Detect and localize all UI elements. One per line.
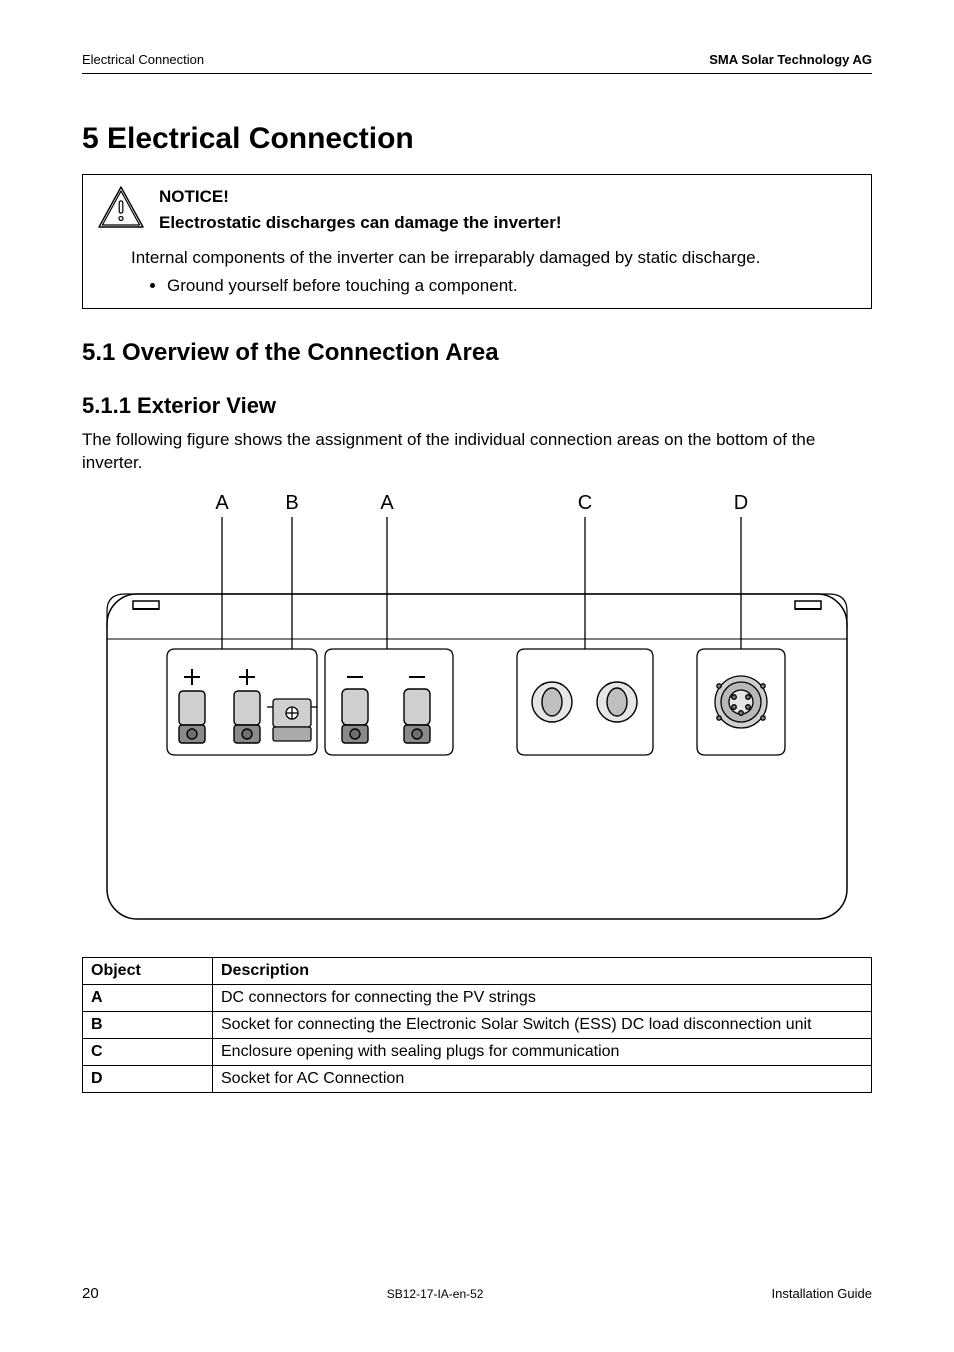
page-footer: 20 SB12-17-IA-en-52 Installation Guide bbox=[82, 1285, 872, 1302]
table-row: D Socket for AC Connection bbox=[83, 1065, 872, 1092]
notice-header-row: NOTICE! Electrostatic discharges can dam… bbox=[97, 185, 857, 234]
running-header: Electrical Connection SMA Solar Technolo… bbox=[82, 52, 872, 67]
table-header-object: Object bbox=[83, 957, 213, 984]
figure-label-a1: A bbox=[215, 492, 229, 514]
figure-label-a2: A bbox=[380, 492, 394, 514]
table-cell-object: D bbox=[83, 1065, 213, 1092]
figure-label-d: D bbox=[734, 492, 748, 514]
table-cell-object: A bbox=[83, 984, 213, 1011]
notice-bullet-item: Ground yourself before touching a compon… bbox=[167, 276, 857, 296]
table-cell-description: Enclosure opening with sealing plugs for… bbox=[213, 1038, 872, 1065]
footer-guide-label: Installation Guide bbox=[772, 1286, 872, 1301]
notice-triangle-icon bbox=[97, 185, 145, 234]
notice-label: NOTICE! bbox=[159, 187, 562, 207]
table-cell-object: B bbox=[83, 1011, 213, 1038]
table-header-row: Object Description bbox=[83, 957, 872, 984]
table-cell-description: Socket for connecting the Electronic Sol… bbox=[213, 1011, 872, 1038]
table-cell-description: Socket for AC Connection bbox=[213, 1065, 872, 1092]
exterior-view-figure: A B A C D bbox=[82, 489, 872, 929]
table-row: C Enclosure opening with sealing plugs f… bbox=[83, 1038, 872, 1065]
table-header-description: Description bbox=[213, 957, 872, 984]
notice-box: NOTICE! Electrostatic discharges can dam… bbox=[82, 174, 872, 309]
table-row: B Socket for connecting the Electronic S… bbox=[83, 1011, 872, 1038]
exterior-view-svg: A B A C D bbox=[97, 489, 857, 929]
header-rule bbox=[82, 73, 872, 74]
page: Electrical Connection SMA Solar Technolo… bbox=[0, 0, 954, 1352]
notice-subheading: Electrostatic discharges can damage the … bbox=[159, 213, 562, 233]
object-description-table: Object Description A DC connectors for c… bbox=[82, 957, 872, 1093]
subsection-heading: 5.1.1 Exterior View bbox=[82, 393, 872, 419]
notice-body-text: Internal components of the inverter can … bbox=[131, 248, 857, 268]
intro-paragraph: The following figure shows the assignmen… bbox=[82, 429, 872, 475]
header-left: Electrical Connection bbox=[82, 52, 204, 67]
table-cell-object: C bbox=[83, 1038, 213, 1065]
header-right: SMA Solar Technology AG bbox=[709, 52, 872, 67]
figure-label-b: B bbox=[285, 492, 298, 514]
footer-doc-id: SB12-17-IA-en-52 bbox=[387, 1287, 484, 1301]
section-heading: 5.1 Overview of the Connection Area bbox=[82, 339, 872, 367]
table-cell-description: DC connectors for connecting the PV stri… bbox=[213, 984, 872, 1011]
footer-page-number: 20 bbox=[82, 1285, 99, 1302]
figure-label-c: C bbox=[578, 492, 592, 514]
table-row: A DC connectors for connecting the PV st… bbox=[83, 984, 872, 1011]
notice-bullet-list: Ground yourself before touching a compon… bbox=[167, 276, 857, 296]
chapter-heading: 5 Electrical Connection bbox=[82, 122, 872, 156]
